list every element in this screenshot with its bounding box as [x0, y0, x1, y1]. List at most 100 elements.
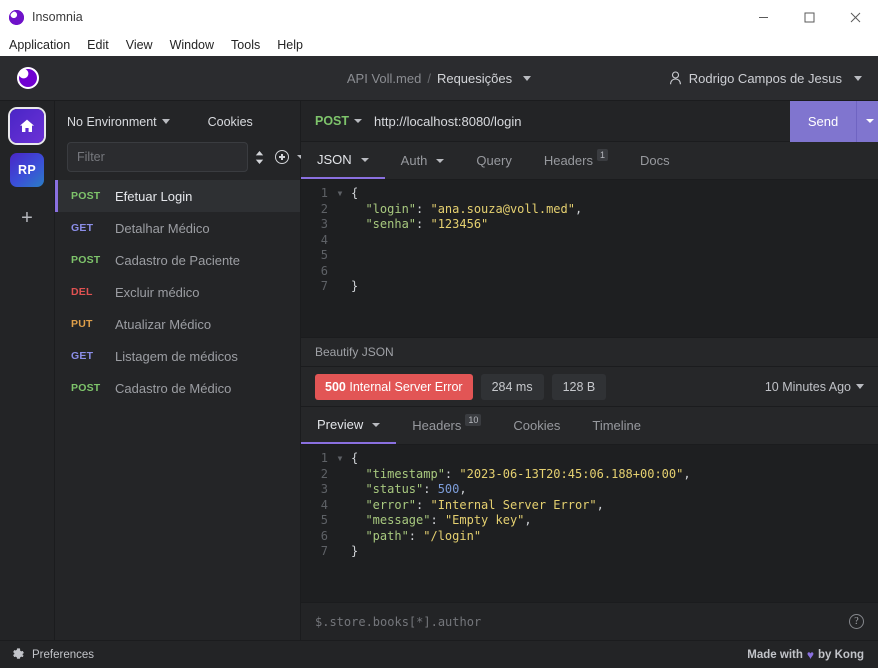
line-number: 2: [320, 201, 328, 216]
tab-chevron-down-icon: [372, 422, 381, 427]
rail-workspace-avatar[interactable]: RP: [10, 153, 44, 187]
response-history-selector[interactable]: 10 Minutes Ago: [765, 380, 864, 394]
request-row-cadastro-de-paciente[interactable]: POST Cadastro de Paciente: [55, 244, 300, 276]
code-line: 7}: [301, 279, 878, 295]
tab-headers[interactable]: Headers 1: [528, 142, 624, 179]
code-text: }: [351, 544, 359, 558]
response-size[interactable]: 128 B: [551, 373, 607, 400]
tab-label: Timeline: [592, 418, 642, 433]
tab-timeline[interactable]: Timeline: [576, 407, 657, 444]
code-line: 7}: [301, 544, 878, 560]
url-input[interactable]: http://localhost:8080/login: [374, 114, 790, 129]
code-line: 1 ▾ {: [301, 186, 878, 202]
request-name: Cadastro de Paciente: [115, 252, 241, 268]
line-number: 5: [320, 513, 328, 527]
sidebar: No Environment Cookies Filter POST Efetu…: [55, 101, 305, 640]
account-chevron-down-icon[interactable]: [854, 75, 862, 81]
fold-toggle-icon: [335, 529, 345, 545]
status-badge[interactable]: 500 Internal Server Error: [315, 373, 473, 400]
code-text: "status": 500,: [351, 482, 467, 496]
menu-help[interactable]: Help: [277, 36, 311, 55]
plus-circle-icon: [275, 150, 289, 164]
tab-query[interactable]: Query: [460, 142, 527, 179]
beautify-bar: Beautify JSON: [301, 337, 878, 367]
preferences-label: Preferences: [32, 648, 95, 661]
breadcrumb-workspace[interactable]: API Voll.med: [347, 71, 421, 86]
method-selector[interactable]: POST: [301, 114, 363, 128]
request-name: Efetuar Login: [115, 188, 193, 204]
tab-preview[interactable]: Preview: [301, 407, 397, 444]
cookies-button[interactable]: Cookies: [208, 115, 253, 129]
request-name: Cadastro de Médico: [115, 380, 232, 396]
response-time[interactable]: 284 ms: [480, 373, 544, 400]
tab-json[interactable]: JSON: [301, 142, 385, 179]
tab-auth[interactable]: Auth: [385, 142, 461, 179]
menu-view[interactable]: View: [126, 36, 161, 55]
method-label: POST: [315, 114, 350, 128]
beautify-json-button[interactable]: Beautify JSON: [315, 345, 394, 359]
breadcrumb-folder[interactable]: Requesições: [437, 71, 512, 86]
send-button[interactable]: Send: [790, 100, 856, 142]
request-row-listagem-de-medicos[interactable]: GET Listagem de médicos: [55, 340, 300, 372]
request-row-detalhar-medico[interactable]: GET Detalhar Médico: [55, 212, 300, 244]
send-chevron-down-icon: [866, 119, 874, 123]
environment-chevron-down-icon: [161, 119, 170, 124]
rail-home-button[interactable]: [10, 109, 44, 143]
tab-label: Headers: [543, 153, 593, 168]
line-number: 6: [320, 528, 328, 543]
tab-docs[interactable]: Docs: [624, 142, 686, 179]
heart-icon: ♥: [806, 647, 814, 662]
line-number: 1: [320, 451, 328, 465]
activity-rail: RP +: [0, 101, 55, 640]
sidebar-top-row: No Environment Cookies: [55, 101, 300, 142]
request-name: Atualizar Médico: [115, 316, 212, 332]
preferences-button[interactable]: Preferences: [0, 648, 301, 661]
request-body-editor[interactable]: 1 ▾{2 "login": "ana.souza@voll.med", 3 "se…: [301, 180, 878, 337]
fold-toggle-icon: [335, 498, 345, 514]
tab-label: Query: [476, 153, 512, 168]
app-header: API Voll.med / Requesições Rodrigo Campo…: [0, 56, 878, 101]
insomnia-brand-icon: [16, 67, 39, 89]
maximize-icon[interactable]: [786, 0, 832, 34]
request-row-cadastro-de-medico[interactable]: POST Cadastro de Médico: [55, 372, 300, 404]
tab-response-headers[interactable]: Headers 10: [396, 407, 497, 444]
fold-toggle-icon[interactable]: ▾: [335, 186, 345, 202]
code-text: {: [351, 451, 359, 465]
help-icon[interactable]: ?: [849, 614, 864, 629]
app-body: RP + No Environment Cookies Filter POST …: [0, 100, 878, 640]
request-row-atualizar-medico[interactable]: PUT Atualizar Médico: [55, 308, 300, 340]
code-line: 2 "timestamp": "2023-06-13T20:45:06.188+…: [301, 467, 878, 483]
fold-toggle-icon[interactable]: ▾: [335, 451, 345, 467]
tab-response-cookies[interactable]: Cookies: [497, 407, 576, 444]
response-tabs: Preview Headers 10 Cookies Timeline: [301, 407, 878, 445]
rail-add-button[interactable]: +: [10, 201, 44, 235]
menu-edit[interactable]: Edit: [87, 36, 117, 55]
fold-toggle-icon: [335, 482, 345, 498]
fold-toggle-icon: [335, 279, 345, 295]
request-row-excluir-medico[interactable]: DEL Excluir médico: [55, 276, 300, 308]
response-filter-bar: $.store.books[*].author ?: [301, 602, 878, 640]
response-body-viewer[interactable]: 1 ▾ {2 "timestamp": "2023-06-13T20:45:06.1…: [301, 445, 878, 602]
close-icon[interactable]: [832, 0, 878, 34]
minimize-icon[interactable]: [740, 0, 786, 34]
request-method: GET: [71, 350, 94, 362]
send-options-button[interactable]: [856, 100, 878, 142]
sidebar-filter-input[interactable]: [67, 142, 248, 172]
code-text: "message": "Empty key",: [351, 513, 532, 527]
request-row-efetuar-login[interactable]: POST Efetuar Login: [55, 180, 300, 212]
fold-toggle-icon: [335, 248, 345, 264]
account-menu[interactable]: Rodrigo Campos de Jesus: [669, 71, 878, 86]
sort-button[interactable]: [254, 150, 265, 165]
made-by-kong: Made with ♥ by Kong: [747, 648, 878, 662]
line-number: 7: [320, 544, 328, 558]
menu-window[interactable]: Window: [170, 36, 222, 55]
line-number: 5: [320, 248, 328, 262]
fold-toggle-icon: [335, 233, 345, 249]
environment-selector[interactable]: No Environment: [67, 115, 170, 129]
code-text: {: [351, 186, 359, 200]
breadcrumb-chevron-down-icon[interactable]: [523, 75, 532, 81]
response-filter-input[interactable]: $.store.books[*].author: [315, 615, 849, 629]
made-suffix: by Kong: [818, 648, 864, 661]
menu-application[interactable]: Application: [9, 36, 78, 55]
menu-tools[interactable]: Tools: [231, 36, 268, 55]
